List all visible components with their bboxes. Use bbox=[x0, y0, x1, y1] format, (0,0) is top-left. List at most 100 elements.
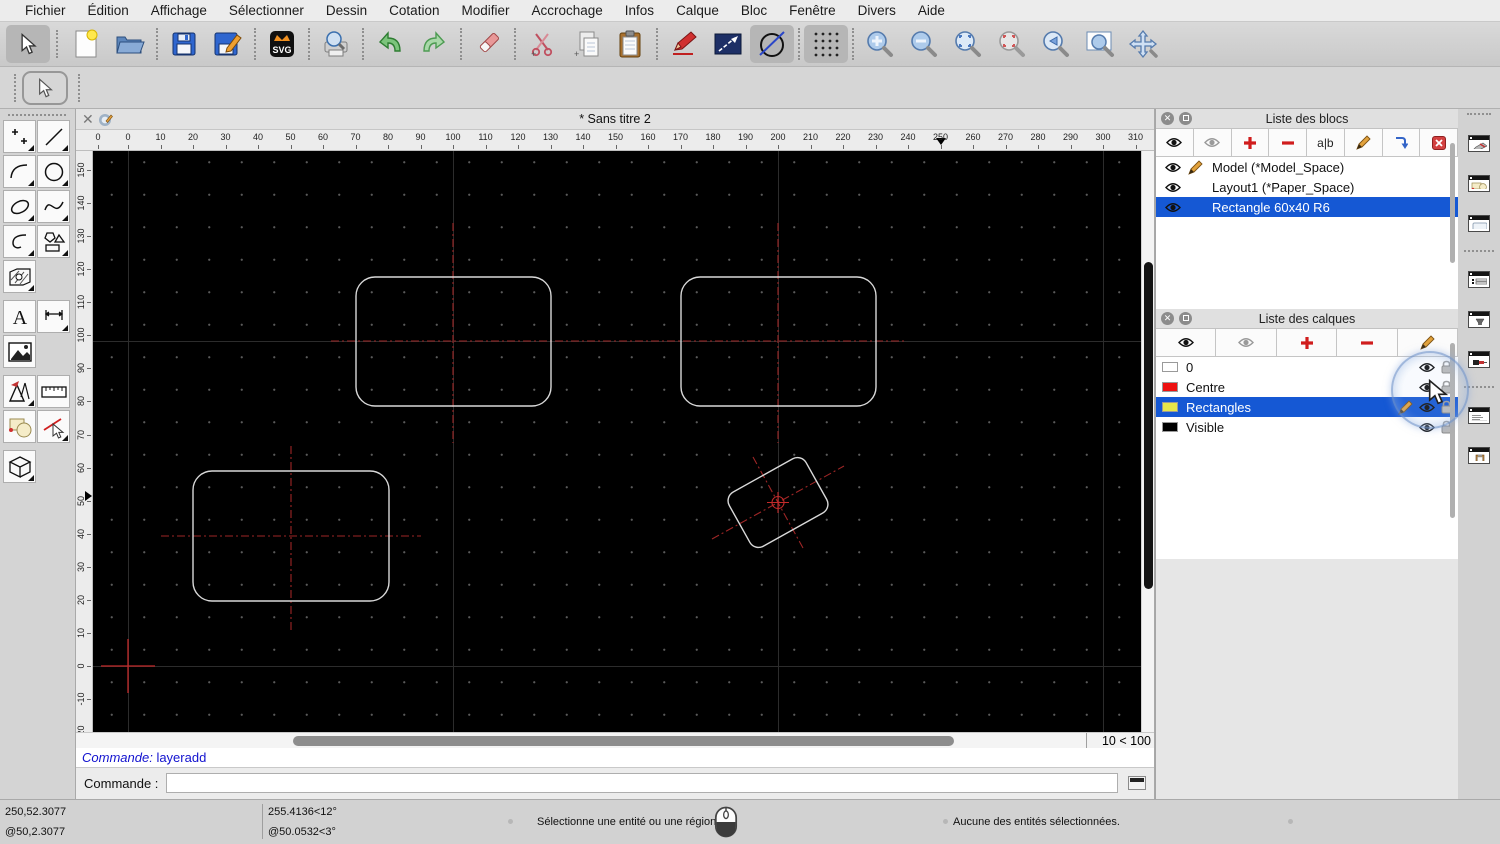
blocks-tool-insert-button[interactable] bbox=[1383, 129, 1421, 156]
blocks-tool-eyeg-button[interactable] bbox=[1194, 129, 1232, 156]
export-svg-button[interactable]: SVG bbox=[260, 25, 304, 63]
draw-pencil-button[interactable] bbox=[662, 25, 706, 63]
close-icon[interactable]: ✕ bbox=[1161, 312, 1174, 325]
menu-affichage[interactable]: Affichage bbox=[140, 3, 218, 18]
palette-handle[interactable] bbox=[8, 114, 66, 116]
dock-toggle-plug-window[interactable] bbox=[1462, 342, 1496, 376]
centerlines[interactable] bbox=[161, 223, 906, 631]
layers-tool-plus-button[interactable] bbox=[1277, 329, 1338, 356]
command-window-button[interactable] bbox=[1128, 776, 1146, 790]
line-tool-button[interactable] bbox=[37, 120, 70, 153]
polygon-tool-button[interactable] bbox=[37, 225, 70, 258]
blocks-scrollbar[interactable] bbox=[1450, 143, 1455, 263]
ellipse-tool-button[interactable] bbox=[3, 190, 36, 223]
block-item-layout1-paper-space[interactable]: Layout1 (*Paper_Space) bbox=[1156, 177, 1458, 197]
menu-fichier[interactable]: Fichier bbox=[14, 3, 77, 18]
image-tool-button[interactable] bbox=[3, 335, 36, 368]
pencil-icon[interactable] bbox=[1184, 159, 1206, 175]
eye-icon[interactable] bbox=[1419, 422, 1435, 433]
zoom-previous-button[interactable] bbox=[990, 25, 1034, 63]
eye-icon[interactable] bbox=[1162, 162, 1184, 173]
dock-toggle-shapes-window[interactable] bbox=[1462, 166, 1496, 200]
paste-button[interactable] bbox=[608, 25, 652, 63]
layer-item-0[interactable]: 0 bbox=[1156, 357, 1458, 377]
block-item-rectangle-60x40-r6[interactable]: Rectangle 60x40 R6 bbox=[1156, 197, 1458, 217]
menu-edition[interactable]: Édition bbox=[77, 3, 140, 18]
menu-selectionner[interactable]: Sélectionner bbox=[218, 3, 315, 18]
eye-icon[interactable] bbox=[1419, 402, 1435, 413]
restore-icon[interactable] bbox=[1179, 112, 1192, 125]
h-scroll-thumb[interactable] bbox=[293, 736, 954, 746]
dock-toggle-blank-window[interactable] bbox=[1462, 206, 1496, 240]
drawing-canvas[interactable] bbox=[93, 151, 1141, 732]
menu-infos[interactable]: Infos bbox=[614, 3, 665, 18]
arc-tool-button[interactable] bbox=[3, 155, 36, 188]
polyline-tool-button[interactable] bbox=[3, 225, 36, 258]
dock-toggle-clipboard-window[interactable] bbox=[1462, 438, 1496, 472]
blocks-tool-pencil-button[interactable] bbox=[1345, 129, 1383, 156]
deselect-tool-button[interactable] bbox=[37, 410, 70, 443]
layers-tool-minus-button[interactable] bbox=[1337, 329, 1398, 356]
restore-icon[interactable] bbox=[1179, 312, 1192, 325]
dock-toggle-filter-window[interactable] bbox=[1462, 302, 1496, 336]
rectangle-entities[interactable] bbox=[192, 276, 877, 602]
eye-icon[interactable] bbox=[1162, 202, 1184, 213]
zoom-back-button[interactable] bbox=[1034, 25, 1078, 63]
command-input[interactable] bbox=[166, 773, 1118, 793]
dock-toggle-command-window[interactable] bbox=[1462, 398, 1496, 432]
canvas-h-scrollbar[interactable] bbox=[76, 733, 1086, 748]
dock-toggle-list-window[interactable] bbox=[1462, 262, 1496, 296]
layers-tool-eyeg-button[interactable] bbox=[1216, 329, 1277, 356]
print-preview-button[interactable] bbox=[314, 25, 358, 63]
layer-item-rectangles[interactable]: Rectangles bbox=[1156, 397, 1458, 417]
layers-tool-pencil-button[interactable] bbox=[1398, 329, 1459, 356]
blocks-tool-minus-button[interactable] bbox=[1269, 129, 1307, 156]
close-icon[interactable]: ✕ bbox=[1161, 112, 1174, 125]
dock-toggle-pencil-window[interactable] bbox=[1462, 126, 1496, 160]
copy-button[interactable]: + bbox=[564, 25, 608, 63]
dock-handle[interactable] bbox=[1467, 113, 1491, 115]
menu-dessin[interactable]: Dessin bbox=[315, 3, 378, 18]
eye-icon[interactable] bbox=[1419, 362, 1435, 373]
menu-cotation[interactable]: Cotation bbox=[378, 3, 450, 18]
delete-eraser-button[interactable] bbox=[466, 25, 510, 63]
eye-icon[interactable] bbox=[1419, 382, 1435, 393]
hatch-tool-button[interactable] bbox=[3, 260, 36, 293]
menu-calque[interactable]: Calque bbox=[665, 3, 730, 18]
eye-icon[interactable] bbox=[1162, 182, 1184, 193]
redo-button[interactable] bbox=[412, 25, 456, 63]
undo-button[interactable] bbox=[368, 25, 412, 63]
open-file-button[interactable] bbox=[108, 25, 152, 63]
cut-button[interactable]: + bbox=[520, 25, 564, 63]
selection-pointer-button[interactable] bbox=[22, 70, 68, 105]
distance-arrow-button[interactable] bbox=[706, 25, 750, 63]
menu-accrochage[interactable]: Accrochage bbox=[520, 3, 613, 18]
new-document-button[interactable] bbox=[64, 25, 108, 63]
zoom-in-button[interactable] bbox=[858, 25, 902, 63]
text-tool-button[interactable]: A bbox=[3, 300, 36, 333]
select-tool-button[interactable] bbox=[6, 25, 50, 63]
solid-3d-tool-button[interactable] bbox=[3, 450, 36, 483]
layers-tool-eye-button[interactable] bbox=[1156, 329, 1217, 356]
circle-tool-button[interactable] bbox=[37, 155, 70, 188]
menu-aide[interactable]: Aide bbox=[907, 3, 956, 18]
save-as-button[interactable] bbox=[206, 25, 250, 63]
modify-tools-button[interactable] bbox=[3, 375, 36, 408]
menu-fenetre[interactable]: Fenêtre bbox=[778, 3, 847, 18]
menu-divers[interactable]: Divers bbox=[847, 3, 907, 18]
blocks-tool-eye-button[interactable] bbox=[1156, 129, 1194, 156]
layer-item-centre[interactable]: Centre bbox=[1156, 377, 1458, 397]
blocks-tool-ab-button[interactable]: a|b bbox=[1307, 129, 1345, 156]
layers-scrollbar[interactable] bbox=[1450, 343, 1455, 518]
block-item-model-model-space[interactable]: Model (*Model_Space) bbox=[1156, 157, 1458, 177]
menu-modifier[interactable]: Modifier bbox=[450, 3, 520, 18]
v-scroll-thumb[interactable] bbox=[1144, 262, 1153, 589]
circle-line-button[interactable] bbox=[750, 25, 794, 63]
points-tool-button[interactable] bbox=[3, 120, 36, 153]
order-tool-button[interactable] bbox=[3, 410, 36, 443]
measure-tools-button[interactable] bbox=[37, 375, 70, 408]
save-button[interactable] bbox=[162, 25, 206, 63]
drawing-window-titlebar[interactable]: ✕ * Sans titre 2 bbox=[76, 109, 1154, 130]
zoom-window-button[interactable] bbox=[1078, 25, 1122, 63]
zoom-pan-button[interactable] bbox=[1122, 25, 1166, 63]
